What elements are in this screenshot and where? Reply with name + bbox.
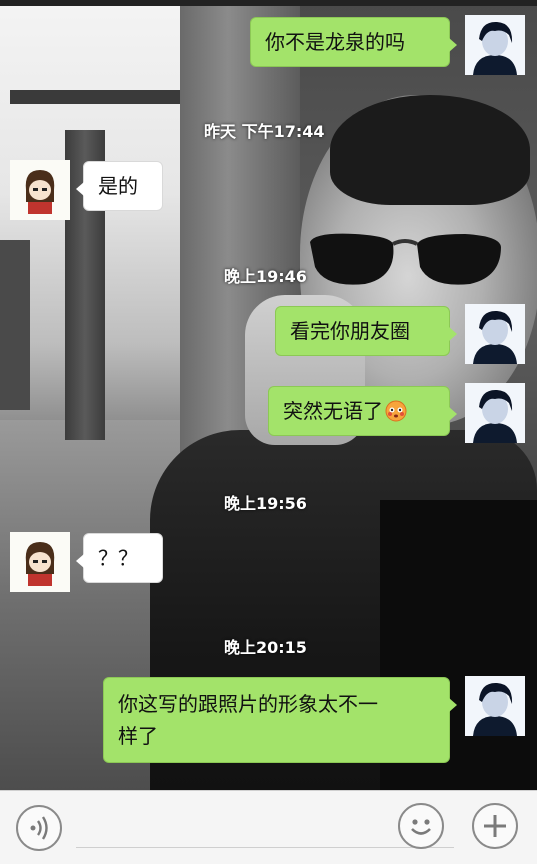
avatar-portrait-icon xyxy=(465,304,525,364)
emoji-button[interactable] xyxy=(398,803,444,849)
message-text-line-2: 样了 xyxy=(118,724,158,748)
avatar-portrait-icon xyxy=(465,676,525,736)
contact-avatar[interactable] xyxy=(10,532,70,592)
my-avatar[interactable] xyxy=(465,15,525,75)
smiley-icon xyxy=(411,819,431,835)
plus-icon xyxy=(484,815,506,837)
outgoing-message-bubble[interactable]: 突然无语了 xyxy=(268,386,457,436)
message-input-bar xyxy=(0,790,537,864)
avatar-portrait-icon xyxy=(465,15,525,75)
outgoing-message-bubble[interactable]: 看完你朋友圈 xyxy=(275,306,457,356)
my-avatar[interactable] xyxy=(465,383,525,443)
message-text: 看完你朋友圈 xyxy=(290,319,410,343)
timestamp: 晚上20:15 xyxy=(224,638,307,657)
message-text: 你不是龙泉的吗 xyxy=(265,30,405,54)
message-text: 是的 xyxy=(98,174,138,198)
outgoing-message-bubble[interactable]: 你这写的跟照片的形象太不一 样了 xyxy=(103,677,457,763)
incoming-message-bubble[interactable]: ？？ xyxy=(76,533,163,583)
message-text: 突然无语了 xyxy=(283,399,383,423)
avatar-cartoon-girl-icon xyxy=(10,532,70,592)
my-avatar[interactable] xyxy=(465,304,525,364)
message-text-line-1: 你这写的跟照片的形象太不一 xyxy=(118,692,378,716)
outgoing-message-bubble[interactable]: 你不是龙泉的吗 xyxy=(250,17,457,67)
timestamp: 晚上19:56 xyxy=(224,494,307,513)
contact-avatar[interactable] xyxy=(10,160,70,220)
flushed-face-emoji-icon xyxy=(385,400,407,422)
incoming-message-bubble[interactable]: 是的 xyxy=(76,161,163,211)
avatar-portrait-icon xyxy=(465,383,525,443)
timestamp: 昨天 下午17:44 xyxy=(204,122,325,141)
avatar-cartoon-girl-icon xyxy=(10,160,70,220)
message-text: ？？ xyxy=(98,546,138,570)
my-avatar[interactable] xyxy=(465,676,525,736)
more-options-button[interactable] xyxy=(472,803,518,849)
voice-wave-icon xyxy=(30,816,48,840)
voice-input-button[interactable] xyxy=(16,805,62,851)
timestamp: 晚上19:46 xyxy=(224,267,307,286)
